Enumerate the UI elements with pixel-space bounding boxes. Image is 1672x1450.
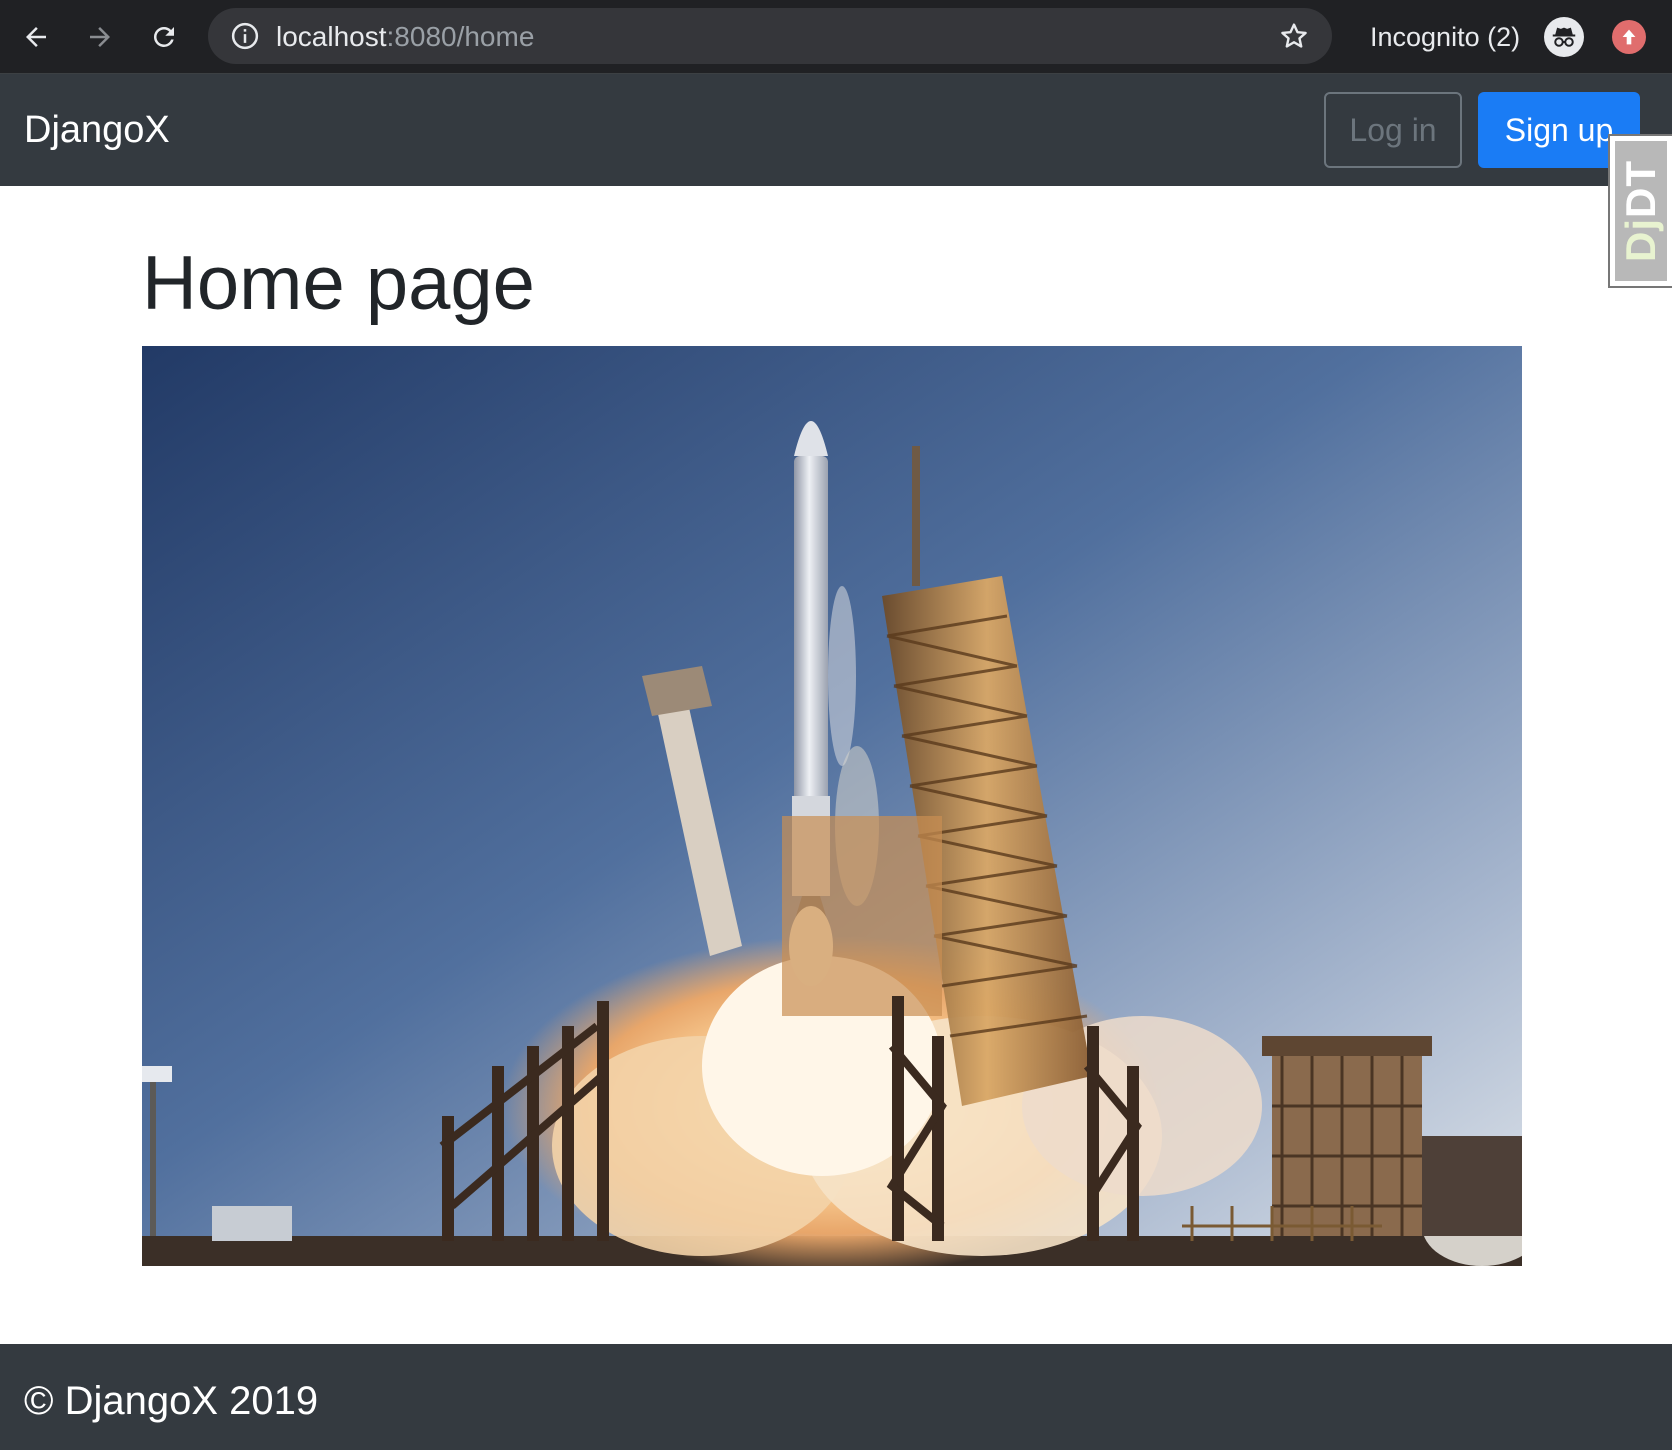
debug-toolbar-label: DjDT — [1617, 160, 1665, 262]
arrow-right-icon — [90, 27, 110, 47]
page-title: Home page — [142, 241, 535, 326]
info-icon[interactable] — [230, 21, 260, 51]
address-bar[interactable]: localhost:8080/home — [208, 8, 1332, 64]
incognito-icon[interactable] — [1544, 17, 1584, 57]
hero-image — [142, 346, 1522, 1266]
debug-toolbar-label-suffix: DT — [1617, 160, 1664, 218]
login-button[interactable]: Log in — [1324, 92, 1462, 168]
brand-logo[interactable]: DjangoX — [24, 108, 170, 152]
update-glyph — [1622, 29, 1636, 45]
url-path: :8080/home — [386, 21, 535, 52]
debug-toolbar-handle[interactable]: DjDT — [1608, 134, 1672, 288]
site-navbar: DjangoX Log in Sign up — [0, 74, 1672, 186]
incognito-glyph — [1552, 27, 1576, 47]
debug-toolbar-label-prefix: Dj — [1617, 218, 1664, 262]
url-text[interactable]: localhost:8080/home — [276, 22, 534, 52]
rocket-launch-illustration — [142, 346, 1522, 1266]
footer-copyright: © DjangoX 2019 — [24, 1379, 319, 1423]
forward-button[interactable] — [78, 15, 122, 59]
arrow-up-icon[interactable] — [1612, 20, 1646, 54]
reload-button[interactable] — [142, 15, 186, 59]
back-button[interactable] — [14, 15, 58, 59]
browser-toolbar: localhost:8080/home Incognito (2) — [0, 0, 1672, 74]
arrow-left-icon — [26, 27, 46, 47]
site-footer: © DjangoX 2019 — [0, 1344, 1672, 1450]
debug-toolbar-tab: DjDT — [1615, 141, 1667, 281]
url-host: localhost — [276, 21, 387, 52]
star-icon[interactable] — [1278, 20, 1310, 52]
reload-icon — [153, 26, 174, 47]
incognito-label[interactable]: Incognito (2) — [1370, 20, 1520, 54]
